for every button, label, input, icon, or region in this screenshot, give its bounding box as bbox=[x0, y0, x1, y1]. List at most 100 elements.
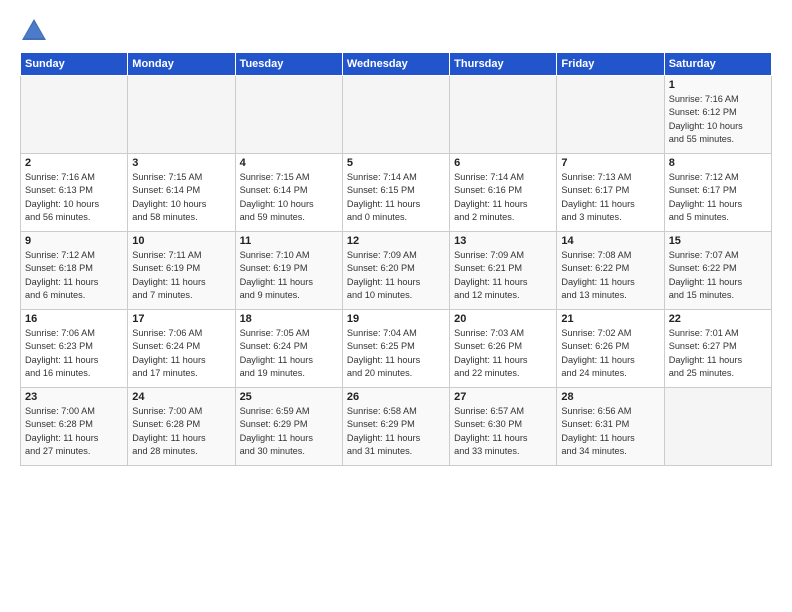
day-content: Sunrise: 7:03 AM Sunset: 6:26 PM Dayligh… bbox=[454, 327, 552, 380]
calendar-cell: 13 Sunrise: 7:09 AM Sunset: 6:21 PM Dayli… bbox=[450, 232, 557, 310]
header-day-tuesday: Tuesday bbox=[235, 53, 342, 76]
day-content: Sunrise: 7:11 AM Sunset: 6:19 PM Dayligh… bbox=[132, 249, 230, 302]
calendar-cell: 12 Sunrise: 7:09 AM Sunset: 6:20 PM Dayli… bbox=[342, 232, 449, 310]
calendar-cell: 15 Sunrise: 7:07 AM Sunset: 6:22 PM Dayli… bbox=[664, 232, 771, 310]
calendar-cell: 14 Sunrise: 7:08 AM Sunset: 6:22 PM Dayli… bbox=[557, 232, 664, 310]
header-day-saturday: Saturday bbox=[664, 53, 771, 76]
calendar-cell: 1 Sunrise: 7:16 AM Sunset: 6:12 PM Daylig… bbox=[664, 76, 771, 154]
day-number: 4 bbox=[240, 157, 338, 169]
header bbox=[20, 16, 772, 44]
day-number: 25 bbox=[240, 391, 338, 403]
calendar-cell bbox=[235, 76, 342, 154]
day-number: 14 bbox=[561, 235, 659, 247]
day-number: 8 bbox=[669, 157, 767, 169]
calendar-cell: 4 Sunrise: 7:15 AM Sunset: 6:14 PM Daylig… bbox=[235, 154, 342, 232]
calendar-cell: 25 Sunrise: 6:59 AM Sunset: 6:29 PM Dayli… bbox=[235, 388, 342, 466]
calendar-cell: 18 Sunrise: 7:05 AM Sunset: 6:24 PM Dayli… bbox=[235, 310, 342, 388]
day-number: 9 bbox=[25, 235, 123, 247]
header-day-wednesday: Wednesday bbox=[342, 53, 449, 76]
day-content: Sunrise: 7:16 AM Sunset: 6:12 PM Dayligh… bbox=[669, 93, 767, 146]
logo bbox=[20, 16, 52, 44]
calendar-cell bbox=[21, 76, 128, 154]
calendar-cell: 27 Sunrise: 6:57 AM Sunset: 6:30 PM Dayli… bbox=[450, 388, 557, 466]
calendar-cell bbox=[557, 76, 664, 154]
day-content: Sunrise: 7:16 AM Sunset: 6:13 PM Dayligh… bbox=[25, 171, 123, 224]
calendar-header: SundayMondayTuesdayWednesdayThursdayFrid… bbox=[21, 53, 772, 76]
calendar-cell: 5 Sunrise: 7:14 AM Sunset: 6:15 PM Daylig… bbox=[342, 154, 449, 232]
day-number: 6 bbox=[454, 157, 552, 169]
day-content: Sunrise: 7:09 AM Sunset: 6:21 PM Dayligh… bbox=[454, 249, 552, 302]
day-content: Sunrise: 7:02 AM Sunset: 6:26 PM Dayligh… bbox=[561, 327, 659, 380]
day-number: 21 bbox=[561, 313, 659, 325]
calendar-cell: 23 Sunrise: 7:00 AM Sunset: 6:28 PM Dayli… bbox=[21, 388, 128, 466]
day-content: Sunrise: 6:58 AM Sunset: 6:29 PM Dayligh… bbox=[347, 405, 445, 458]
day-number: 20 bbox=[454, 313, 552, 325]
calendar-cell: 26 Sunrise: 6:58 AM Sunset: 6:29 PM Dayli… bbox=[342, 388, 449, 466]
day-number: 1 bbox=[669, 79, 767, 91]
day-number: 12 bbox=[347, 235, 445, 247]
day-content: Sunrise: 7:04 AM Sunset: 6:25 PM Dayligh… bbox=[347, 327, 445, 380]
week-row-3: 9Sunrise: 7:12 AM Sunset: 6:18 PM Daylig… bbox=[21, 232, 772, 310]
calendar-cell: 8 Sunrise: 7:12 AM Sunset: 6:17 PM Daylig… bbox=[664, 154, 771, 232]
day-content: Sunrise: 6:56 AM Sunset: 6:31 PM Dayligh… bbox=[561, 405, 659, 458]
day-number: 7 bbox=[561, 157, 659, 169]
day-content: Sunrise: 7:12 AM Sunset: 6:17 PM Dayligh… bbox=[669, 171, 767, 224]
day-number: 28 bbox=[561, 391, 659, 403]
calendar-cell: 19 Sunrise: 7:04 AM Sunset: 6:25 PM Dayli… bbox=[342, 310, 449, 388]
day-number: 27 bbox=[454, 391, 552, 403]
day-number: 10 bbox=[132, 235, 230, 247]
header-day-monday: Monday bbox=[128, 53, 235, 76]
calendar-cell bbox=[664, 388, 771, 466]
day-number: 11 bbox=[240, 235, 338, 247]
week-row-5: 23 Sunrise: 7:00 AM Sunset: 6:28 PM Dayli… bbox=[21, 388, 772, 466]
header-day-friday: Friday bbox=[557, 53, 664, 76]
calendar-cell: 24 Sunrise: 7:00 AM Sunset: 6:28 PM Dayli… bbox=[128, 388, 235, 466]
day-content: Sunrise: 6:59 AM Sunset: 6:29 PM Dayligh… bbox=[240, 405, 338, 458]
day-number: 19 bbox=[347, 313, 445, 325]
calendar-cell: 20 Sunrise: 7:03 AM Sunset: 6:26 PM Dayli… bbox=[450, 310, 557, 388]
day-content: Sunrise: 7:00 AM Sunset: 6:28 PM Dayligh… bbox=[132, 405, 230, 458]
day-content: Sunrise: 7:06 AM Sunset: 6:24 PM Dayligh… bbox=[132, 327, 230, 380]
day-content: Sunrise: 7:15 AM Sunset: 6:14 PM Dayligh… bbox=[132, 171, 230, 224]
day-content: Sunrise: 7:08 AM Sunset: 6:22 PM Dayligh… bbox=[561, 249, 659, 302]
header-day-sunday: Sunday bbox=[21, 53, 128, 76]
calendar-cell: 9Sunrise: 7:12 AM Sunset: 6:18 PM Daylig… bbox=[21, 232, 128, 310]
day-content: Sunrise: 7:09 AM Sunset: 6:20 PM Dayligh… bbox=[347, 249, 445, 302]
day-content: Sunrise: 7:14 AM Sunset: 6:15 PM Dayligh… bbox=[347, 171, 445, 224]
logo-icon bbox=[20, 16, 48, 44]
calendar-cell: 16Sunrise: 7:06 AM Sunset: 6:23 PM Dayli… bbox=[21, 310, 128, 388]
week-row-4: 16Sunrise: 7:06 AM Sunset: 6:23 PM Dayli… bbox=[21, 310, 772, 388]
header-day-thursday: Thursday bbox=[450, 53, 557, 76]
day-content: Sunrise: 7:13 AM Sunset: 6:17 PM Dayligh… bbox=[561, 171, 659, 224]
calendar-cell: 10 Sunrise: 7:11 AM Sunset: 6:19 PM Dayli… bbox=[128, 232, 235, 310]
calendar-cell: 17 Sunrise: 7:06 AM Sunset: 6:24 PM Dayli… bbox=[128, 310, 235, 388]
day-number: 17 bbox=[132, 313, 230, 325]
day-number: 24 bbox=[132, 391, 230, 403]
day-number: 15 bbox=[669, 235, 767, 247]
day-number: 22 bbox=[669, 313, 767, 325]
day-number: 13 bbox=[454, 235, 552, 247]
day-number: 18 bbox=[240, 313, 338, 325]
day-number: 2 bbox=[25, 157, 123, 169]
calendar-body: 1 Sunrise: 7:16 AM Sunset: 6:12 PM Daylig… bbox=[21, 76, 772, 466]
calendar-cell: 2 Sunrise: 7:16 AM Sunset: 6:13 PM Daylig… bbox=[21, 154, 128, 232]
day-content: Sunrise: 7:01 AM Sunset: 6:27 PM Dayligh… bbox=[669, 327, 767, 380]
day-number: 5 bbox=[347, 157, 445, 169]
day-content: Sunrise: 7:15 AM Sunset: 6:14 PM Dayligh… bbox=[240, 171, 338, 224]
day-content: Sunrise: 6:57 AM Sunset: 6:30 PM Dayligh… bbox=[454, 405, 552, 458]
day-number: 23 bbox=[25, 391, 123, 403]
day-content: Sunrise: 7:05 AM Sunset: 6:24 PM Dayligh… bbox=[240, 327, 338, 380]
calendar-cell: 22 Sunrise: 7:01 AM Sunset: 6:27 PM Dayli… bbox=[664, 310, 771, 388]
calendar-cell bbox=[450, 76, 557, 154]
calendar-cell: 3Sunrise: 7:15 AM Sunset: 6:14 PM Daylig… bbox=[128, 154, 235, 232]
calendar-cell: 6Sunrise: 7:14 AM Sunset: 6:16 PM Daylig… bbox=[450, 154, 557, 232]
day-number: 26 bbox=[347, 391, 445, 403]
calendar-cell: 11Sunrise: 7:10 AM Sunset: 6:19 PM Dayli… bbox=[235, 232, 342, 310]
day-number: 16 bbox=[25, 313, 123, 325]
calendar-cell bbox=[128, 76, 235, 154]
page: SundayMondayTuesdayWednesdayThursdayFrid… bbox=[0, 0, 792, 612]
day-content: Sunrise: 7:07 AM Sunset: 6:22 PM Dayligh… bbox=[669, 249, 767, 302]
calendar-table: SundayMondayTuesdayWednesdayThursdayFrid… bbox=[20, 52, 772, 466]
calendar-cell: 21 Sunrise: 7:02 AM Sunset: 6:26 PM Dayli… bbox=[557, 310, 664, 388]
day-content: Sunrise: 7:00 AM Sunset: 6:28 PM Dayligh… bbox=[25, 405, 123, 458]
